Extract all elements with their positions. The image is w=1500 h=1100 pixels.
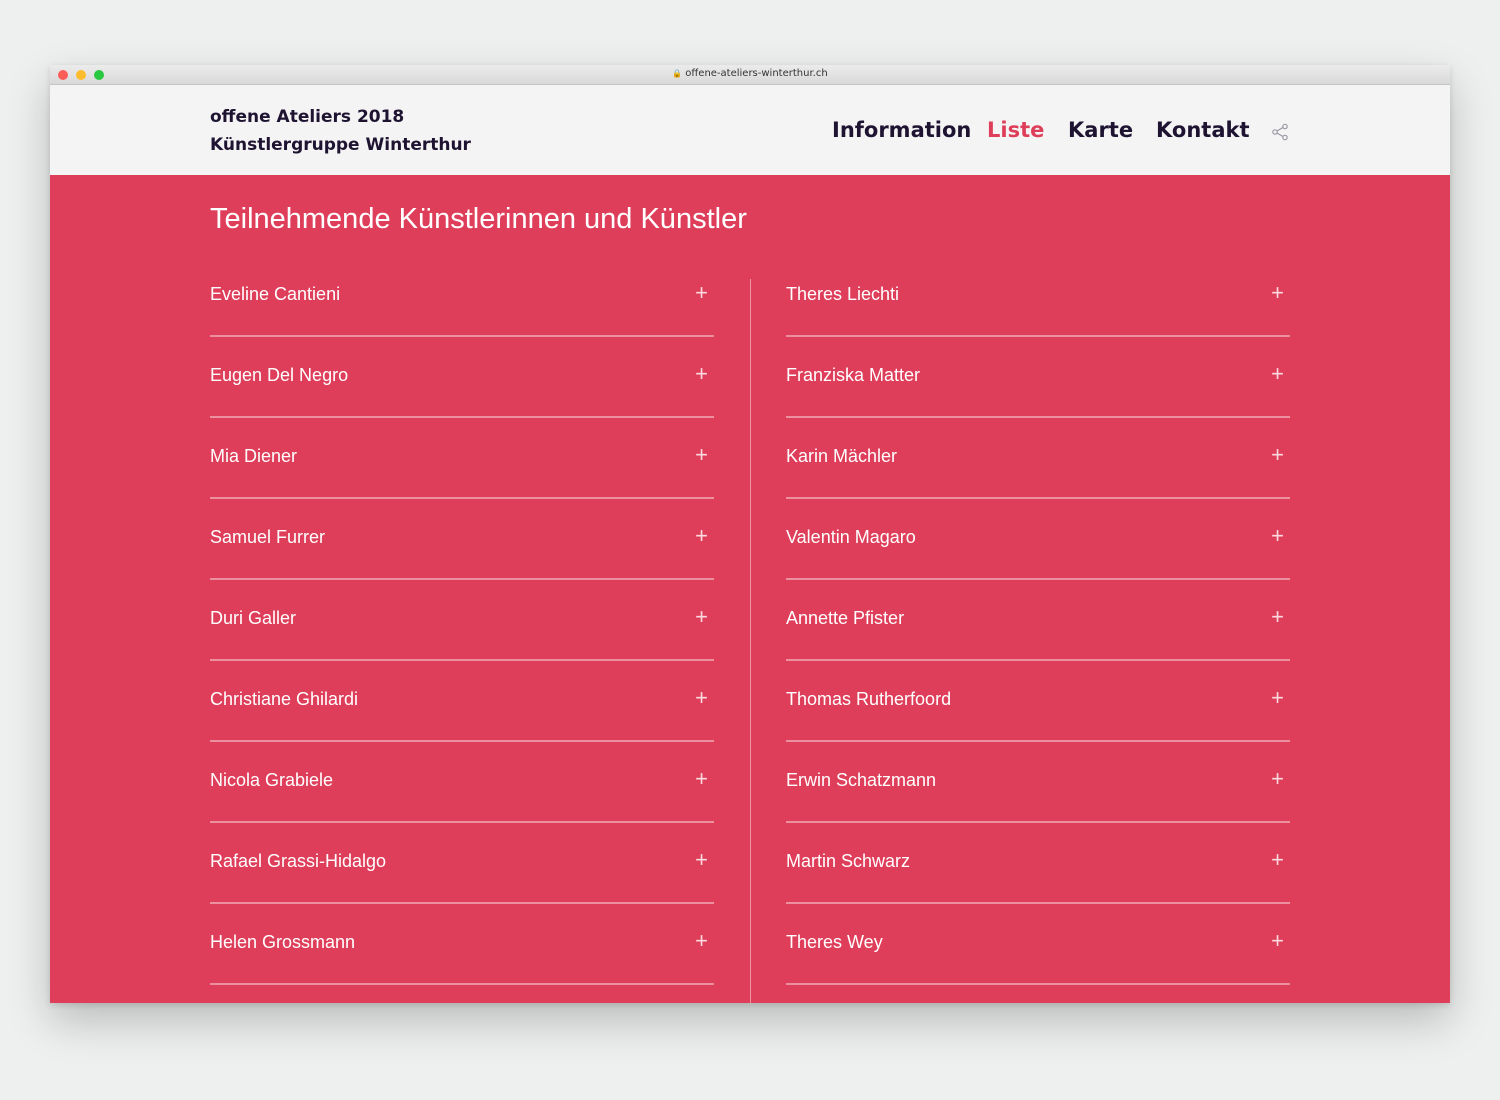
artist-row[interactable]: Eveline Cantieni + xyxy=(210,256,714,337)
expand-plus-icon[interactable]: + xyxy=(695,523,708,549)
main-nav: Information Liste Karte Kontakt xyxy=(50,115,1450,145)
expand-plus-icon[interactable]: + xyxy=(695,361,708,387)
artist-row[interactable]: Christiane Ghilardi + xyxy=(210,661,714,742)
artist-name: Karin Mächler xyxy=(786,446,898,466)
artist-list-section: Teilnehmende Künstlerinnen und Künstler … xyxy=(50,175,1450,1003)
artist-row[interactable]: Helen Grossmann + xyxy=(210,904,714,985)
share-icon[interactable] xyxy=(1271,123,1289,141)
artist-name: Rafael Grassi-Hidalgo xyxy=(210,851,387,871)
expand-plus-icon[interactable]: + xyxy=(1271,928,1284,954)
page-title: Teilnehmende Künstlerinnen und Künstler xyxy=(210,203,747,235)
artist-row[interactable]: Franziska Matter + xyxy=(786,337,1290,418)
artist-name: Valentin Magaro xyxy=(786,527,916,547)
expand-plus-icon[interactable]: + xyxy=(1271,523,1284,549)
expand-plus-icon[interactable]: + xyxy=(695,280,708,306)
artist-name: Annette Pfister xyxy=(786,608,905,628)
artist-name: Thomas Rutherfoord xyxy=(786,689,952,709)
expand-plus-icon[interactable]: + xyxy=(695,928,708,954)
artist-row[interactable]: Theres Wey + xyxy=(786,904,1290,985)
nav-information[interactable]: Information xyxy=(832,115,971,145)
artist-name: Samuel Furrer xyxy=(210,527,326,547)
expand-plus-icon[interactable]: + xyxy=(695,442,708,468)
expand-plus-icon[interactable]: + xyxy=(1271,685,1284,711)
artist-name: Theres Wey xyxy=(786,932,883,952)
artist-list-right: Theres Liechti + Franziska Matter + Karin … xyxy=(786,256,1290,985)
lock-icon: 🔒 xyxy=(672,69,683,78)
artist-name: Mia Diener xyxy=(210,446,298,466)
expand-plus-icon[interactable]: + xyxy=(695,847,708,873)
artist-row[interactable]: Martin Schwarz + xyxy=(786,823,1290,904)
artist-row[interactable]: Duri Galler + xyxy=(210,580,714,661)
artist-row[interactable]: Erwin Schatzmann + xyxy=(786,742,1290,823)
expand-plus-icon[interactable]: + xyxy=(695,685,708,711)
artist-row[interactable]: Theres Liechti + xyxy=(786,256,1290,337)
expand-plus-icon[interactable]: + xyxy=(1271,361,1284,387)
artist-name: Franziska Matter xyxy=(786,365,921,385)
column-divider xyxy=(750,279,751,1003)
address-bar-url: offene-ateliers-winterthur.ch xyxy=(685,68,828,79)
artist-list-left: Eveline Cantieni + Eugen Del Negro + Mia D… xyxy=(210,256,714,985)
artist-name: Eveline Cantieni xyxy=(210,284,341,304)
address-bar[interactable]: 🔒 offene-ateliers-winterthur.ch xyxy=(50,68,1450,79)
artist-row[interactable]: Mia Diener + xyxy=(210,418,714,499)
expand-plus-icon[interactable]: + xyxy=(695,766,708,792)
site-header: offene Ateliers 2018 Künstlergruppe Wint… xyxy=(50,85,1450,175)
artist-row[interactable]: Nicola Grabiele + xyxy=(210,742,714,823)
artist-name: Erwin Schatzmann xyxy=(786,770,937,790)
nav-karte[interactable]: Karte xyxy=(1068,115,1133,145)
artist-row[interactable]: Rafael Grassi-Hidalgo + xyxy=(210,823,714,904)
artist-name: Martin Schwarz xyxy=(786,851,911,871)
expand-plus-icon[interactable]: + xyxy=(1271,442,1284,468)
artist-row[interactable]: Eugen Del Negro + xyxy=(210,337,714,418)
nav-kontakt[interactable]: Kontakt xyxy=(1156,115,1250,145)
artist-row[interactable]: Thomas Rutherfoord + xyxy=(786,661,1290,742)
artist-name: Helen Grossmann xyxy=(210,932,356,952)
artist-name: Christiane Ghilardi xyxy=(210,689,359,709)
artist-name: Duri Galler xyxy=(210,608,297,628)
artist-row[interactable]: Valentin Magaro + xyxy=(786,499,1290,580)
artist-row[interactable]: Samuel Furrer + xyxy=(210,499,714,580)
expand-plus-icon[interactable]: + xyxy=(1271,766,1284,792)
artist-row[interactable]: Karin Mächler + xyxy=(786,418,1290,499)
browser-window: 🔒 offene-ateliers-winterthur.ch offene At… xyxy=(50,65,1450,1003)
artist-name: Eugen Del Negro xyxy=(210,365,349,385)
artist-name: Theres Liechti xyxy=(786,284,900,304)
nav-liste[interactable]: Liste xyxy=(987,115,1044,145)
expand-plus-icon[interactable]: + xyxy=(695,604,708,630)
browser-titlebar: 🔒 offene-ateliers-winterthur.ch xyxy=(50,65,1450,85)
expand-plus-icon[interactable]: + xyxy=(1271,280,1284,306)
expand-plus-icon[interactable]: + xyxy=(1271,847,1284,873)
artist-name: Nicola Grabiele xyxy=(210,770,334,790)
artist-row[interactable]: Annette Pfister + xyxy=(786,580,1290,661)
expand-plus-icon[interactable]: + xyxy=(1271,604,1284,630)
